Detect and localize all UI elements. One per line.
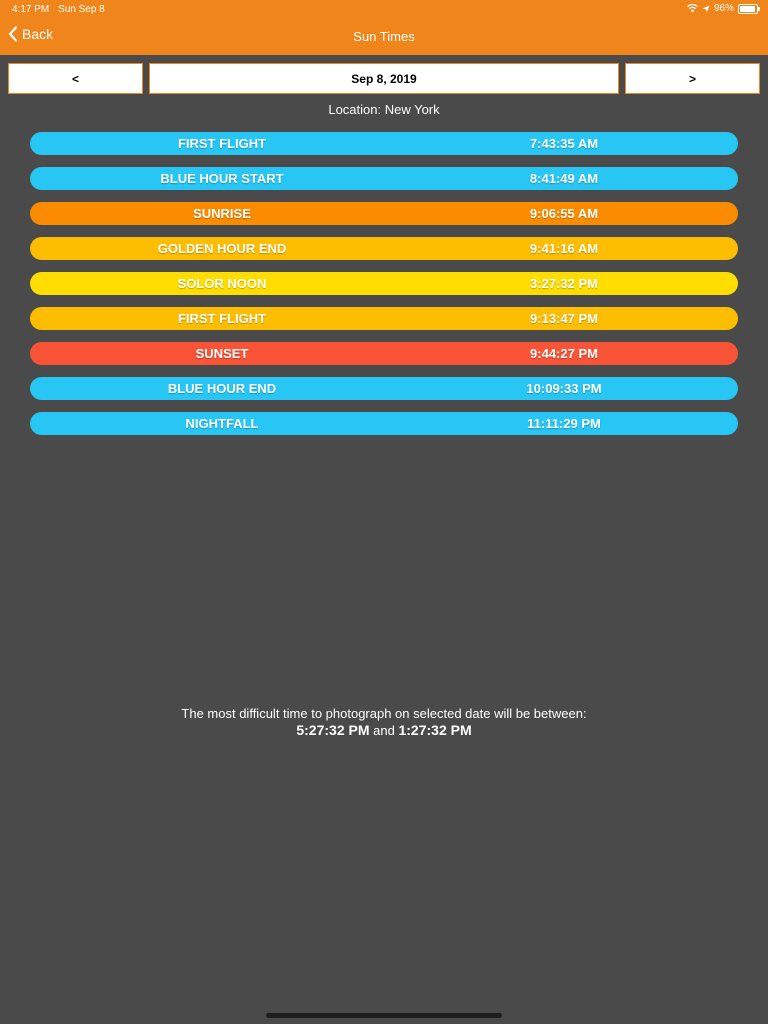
time-row-label: BLUE HOUR END bbox=[167, 381, 277, 396]
time-row-value: 9:41:16 AM bbox=[529, 241, 599, 256]
battery-icon bbox=[738, 3, 760, 14]
status-date: Sun Sep 8 bbox=[58, 4, 105, 15]
current-date-button[interactable]: Sep 8, 2019 bbox=[149, 63, 619, 94]
status-left: 4:17 PM Sun Sep 8 bbox=[12, 4, 105, 15]
difficult-time-note: The most difficult time to photograph on… bbox=[0, 705, 768, 739]
time-row-label: GOLDEN HOUR END bbox=[157, 241, 287, 256]
time-row-first-flight-evening: FIRST FLIGHT 9:13:47 PM bbox=[30, 307, 738, 330]
location-arrow-icon bbox=[702, 5, 710, 12]
time-row-solar-noon: SOLOR NOON 3:27:32 PM bbox=[30, 272, 738, 295]
next-date-button[interactable]: > bbox=[625, 63, 760, 94]
time-row-golden-hour-end: GOLDEN HOUR END 9:41:16 AM bbox=[30, 237, 738, 260]
time-row-label: FIRST FLIGHT bbox=[177, 136, 267, 151]
navigation-bar: Back Sun Times bbox=[0, 20, 768, 55]
time-row-label: SUNSET bbox=[195, 346, 249, 361]
time-row-value: 9:06:55 AM bbox=[529, 206, 599, 221]
time-row-label: SUNRISE bbox=[193, 206, 251, 221]
page-title: Sun Times bbox=[353, 29, 415, 44]
time-row-blue-hour-end: BLUE HOUR END 10:09:33 PM bbox=[30, 377, 738, 400]
difficult-end-time: 1:27:32 PM bbox=[398, 722, 472, 738]
time-row-label: NIGHTFALL bbox=[185, 416, 259, 431]
home-indicator[interactable] bbox=[266, 1013, 502, 1018]
time-row-label: FIRST FLIGHT bbox=[177, 311, 267, 326]
battery-percent: 96% bbox=[713, 3, 734, 14]
difficult-and-text: and bbox=[373, 723, 395, 738]
time-row-value: 7:43:35 AM bbox=[529, 136, 599, 151]
wifi-icon bbox=[686, 4, 698, 13]
status-time: 4:17 PM bbox=[12, 4, 50, 15]
time-row-first-flight-morning: FIRST FLIGHT 7:43:35 AM bbox=[30, 132, 738, 155]
sun-times-list: FIRST FLIGHT 7:43:35 AM BLUE HOUR START … bbox=[30, 132, 738, 447]
date-navigation: < Sep 8, 2019 > bbox=[8, 63, 760, 96]
time-row-nightfall: NIGHTFALL 11:11:29 PM bbox=[30, 412, 738, 435]
difficult-start-time: 5:27:32 PM bbox=[296, 722, 370, 738]
difficult-time-range: 5:27:32 PM and 1:27:32 PM bbox=[0, 722, 768, 739]
time-row-value: 8:41:49 AM bbox=[529, 171, 599, 186]
time-row-value: 3:27:32 PM bbox=[530, 276, 598, 291]
status-right: 96% bbox=[686, 3, 760, 14]
previous-date-button[interactable]: < bbox=[8, 63, 143, 94]
location-label: Location: New York bbox=[328, 102, 440, 117]
difficult-time-message: The most difficult time to photograph on… bbox=[181, 706, 587, 721]
time-row-value: 11:11:29 PM bbox=[527, 416, 601, 431]
time-row-label: SOLOR NOON bbox=[177, 276, 267, 291]
time-row-label: BLUE HOUR START bbox=[160, 171, 284, 186]
time-row-value: 9:13:47 PM bbox=[530, 311, 598, 326]
time-row-sunset: SUNSET 9:44:27 PM bbox=[30, 342, 738, 365]
time-row-blue-hour-start: BLUE HOUR START 8:41:49 AM bbox=[30, 167, 738, 190]
status-bar: 4:17 PM Sun Sep 8 96% bbox=[0, 0, 768, 20]
time-row-value: 9:44:27 PM bbox=[530, 346, 598, 361]
time-row-sunrise: SUNRISE 9:06:55 AM bbox=[30, 202, 738, 225]
time-row-value: 10:09:33 PM bbox=[526, 381, 602, 396]
